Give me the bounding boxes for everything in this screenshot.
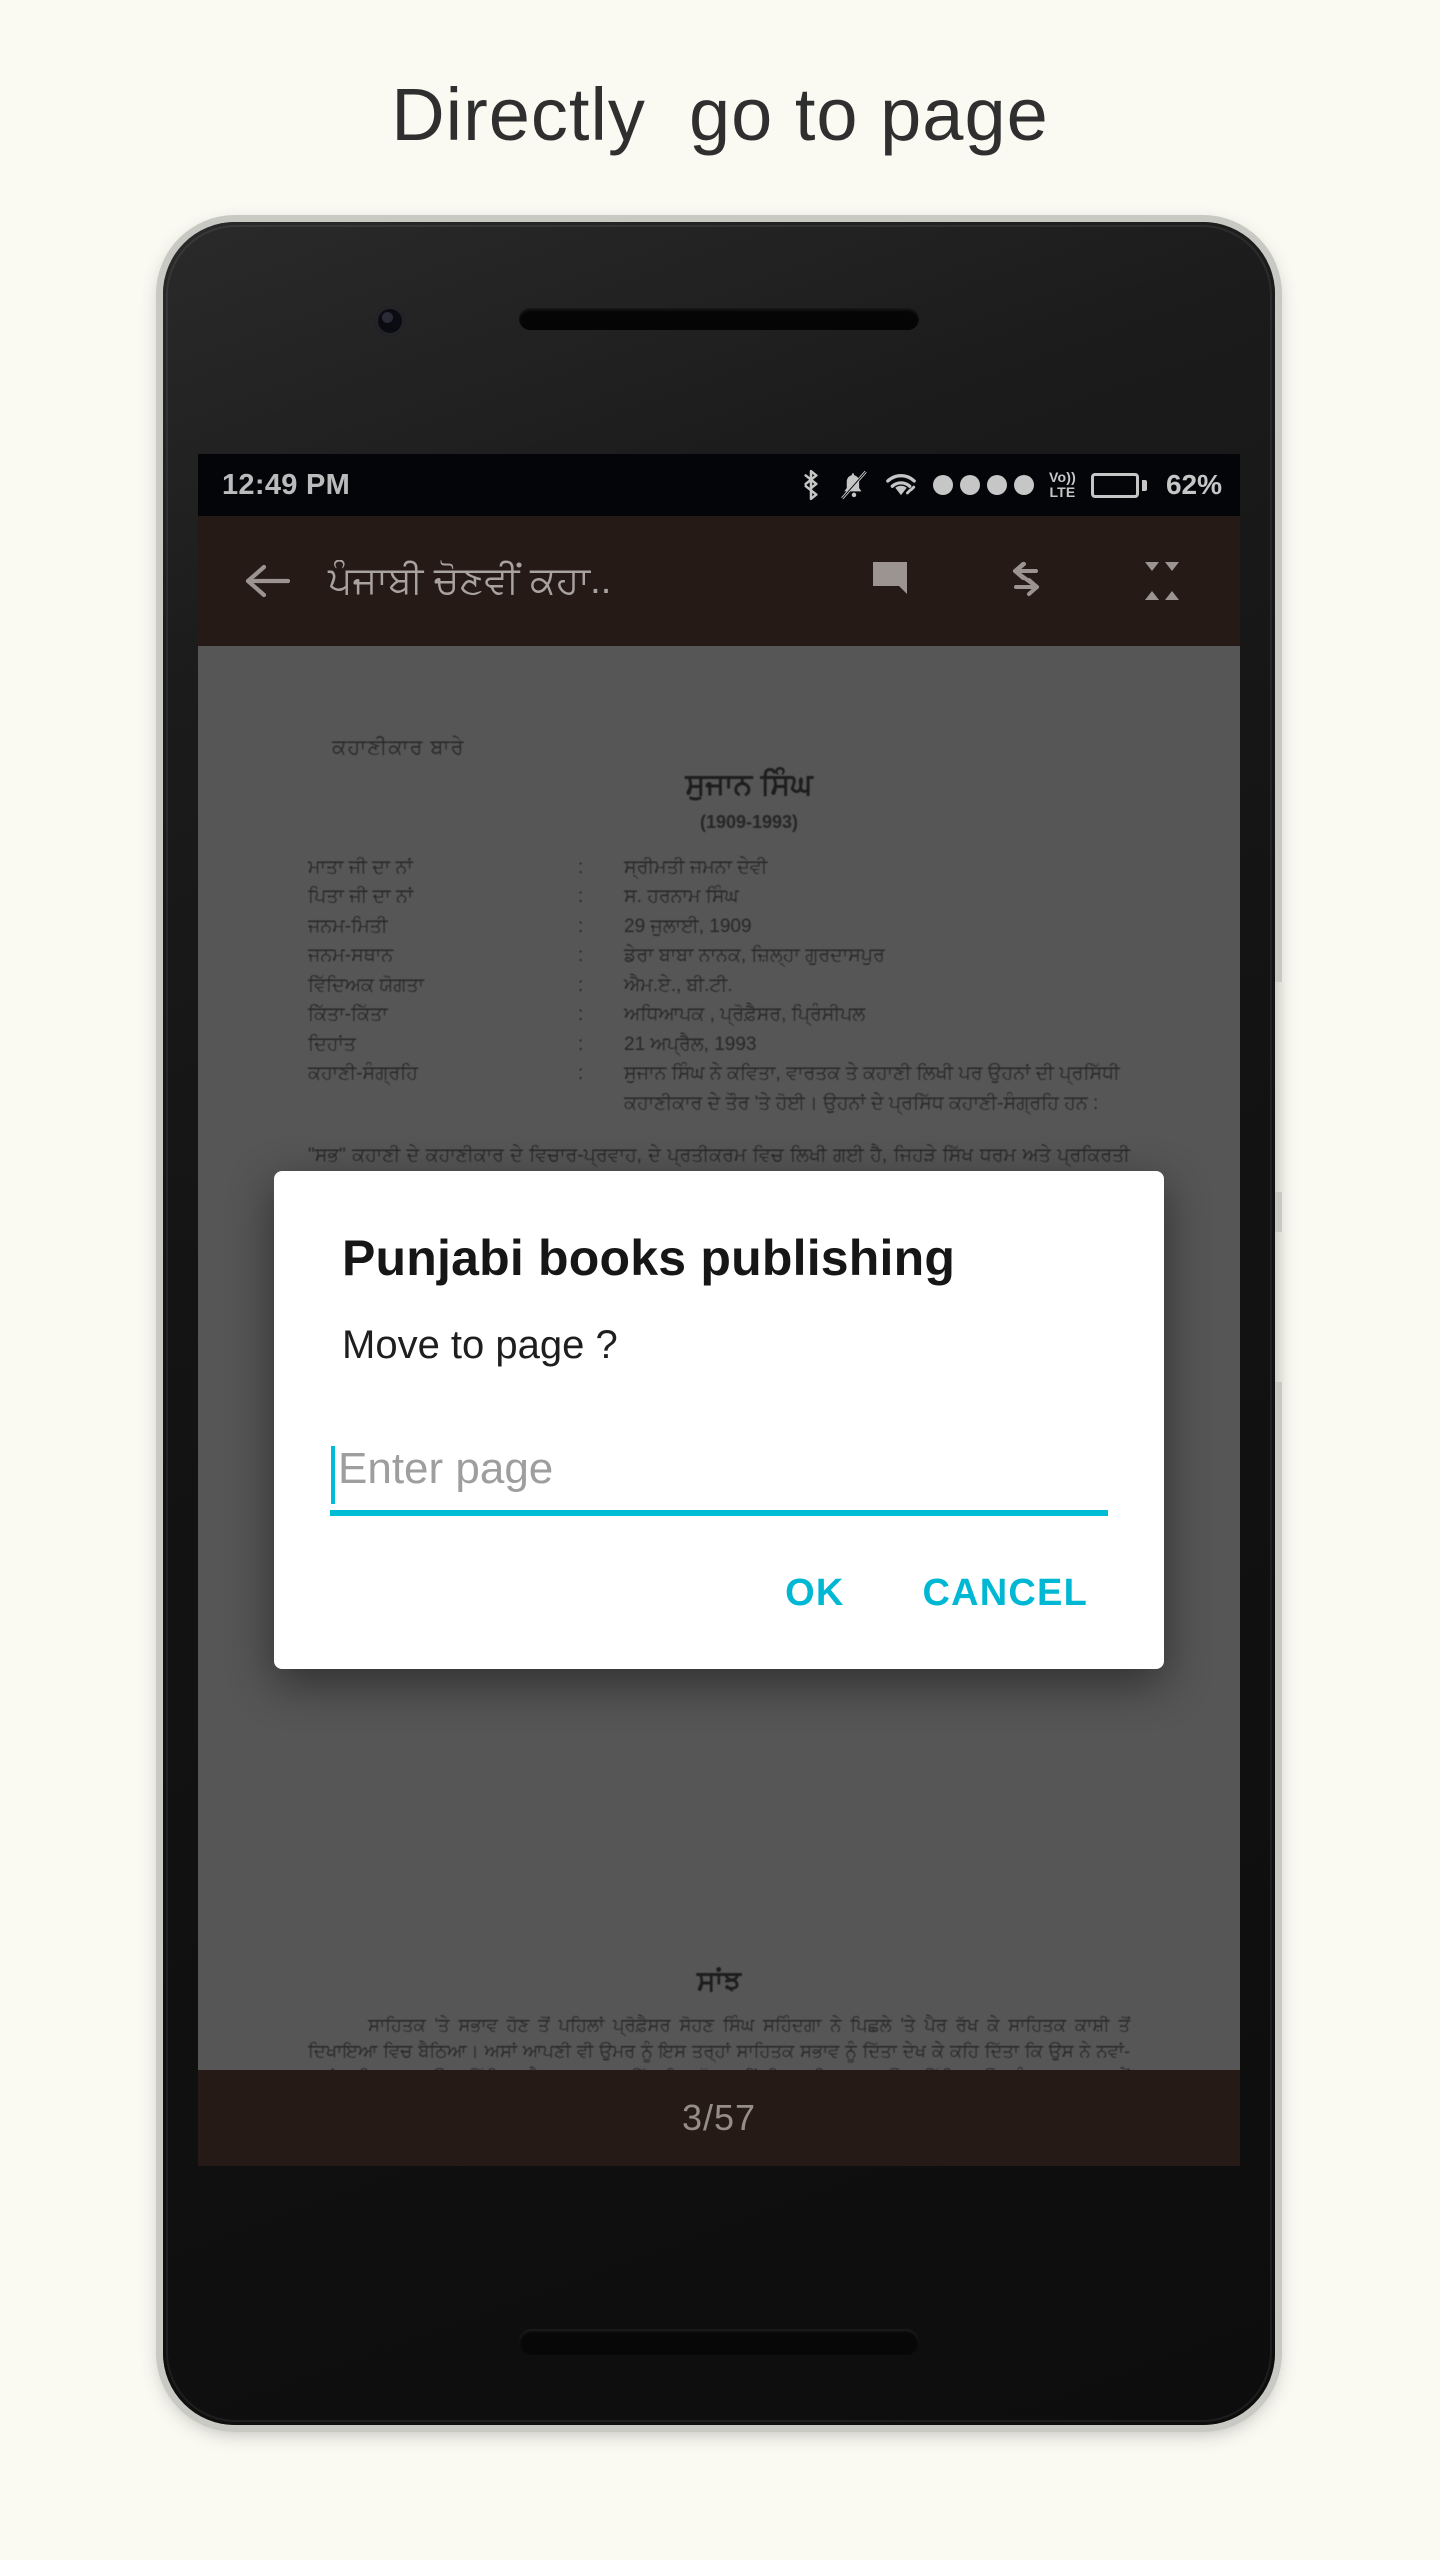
dialog-message: Move to page ? [342,1323,618,1367]
dialog-title: Punjabi books publishing [342,1230,956,1286]
phone-screen: 12:49 PM Vo)) LTE 62% ਪੰਜਾਬੀ ਚੋਣਵੀਂ ਕਹਾ.… [198,454,1240,2166]
move-to-page-dialog: Punjabi books publishing Move to page ? … [274,1171,1164,1669]
front-camera-icon [375,306,405,336]
page-input-group[interactable] [330,1444,1108,1516]
bottom-speaker-grille [519,2329,919,2355]
text-cursor [331,1446,335,1504]
power-button[interactable] [1275,982,1285,1192]
earpiece-speaker [519,308,919,330]
cancel-button[interactable]: CANCEL [916,1562,1094,1625]
ok-button[interactable]: OK [779,1562,850,1625]
dialog-actions: OK CANCEL [274,1516,1164,1669]
page-title: Directly go to page [391,73,1049,156]
input-underline [330,1510,1108,1516]
screenshot-root: Directly go to page 12:49 PM Vo)) LTE 62… [0,0,1440,2560]
page-number-input[interactable] [330,1444,1108,1510]
volume-button[interactable] [1275,1232,1285,1382]
phone-device-frame: 12:49 PM Vo)) LTE 62% ਪੰਜਾਬੀ ਚੋਣਵੀਂ ਕਹਾ.… [163,222,1285,2425]
